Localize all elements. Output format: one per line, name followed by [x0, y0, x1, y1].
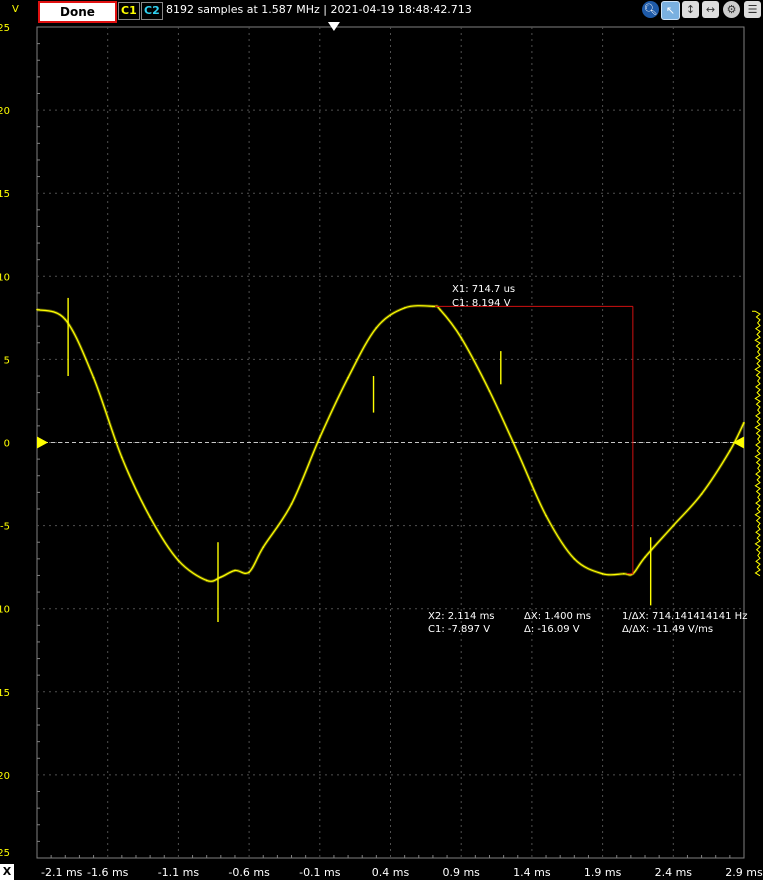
trace-c1-point: [601, 572, 604, 575]
trace-c1-point: [375, 327, 378, 329]
delta-x-label: ΔX: 1.400 ms: [524, 611, 591, 622]
trace-c1-point: [743, 421, 745, 424]
slope-label: Δ/ΔX: -11.49 V/ms: [622, 624, 713, 635]
cursor-x1-label: X1: 714.7 us: [452, 284, 515, 295]
trace-c1-point: [248, 571, 250, 573]
y-tick-label: -25: [0, 848, 10, 859]
x-tick-label: -0.1 ms: [299, 866, 341, 879]
plot-grid: [36, 26, 745, 859]
y-tick-label: -15: [0, 688, 10, 699]
trace-c1-point: [432, 305, 434, 308]
x-tick-label: 0.4 ms: [372, 866, 410, 879]
trace-c1-point: [234, 569, 236, 572]
x-tick-label: -2.1 ms: [41, 866, 83, 879]
trace-c1-point: [545, 514, 547, 517]
x-tick-label: -1.6 ms: [87, 866, 129, 879]
trace-c1-point: [220, 576, 222, 578]
trace-c1-point: [403, 307, 406, 309]
x-tick-label: 0.9 ms: [442, 866, 480, 879]
trace-c1-point: [121, 456, 123, 459]
y-tick-label: 10: [0, 272, 10, 283]
trace-c1-point: [92, 376, 95, 379]
y-tick-label: 25: [0, 23, 10, 34]
x-tick-label: 1.4 ms: [513, 866, 551, 879]
cursor-x2-label: X2: 2.114 ms: [428, 611, 495, 622]
x-tick-label: 2.4 ms: [655, 866, 693, 879]
y-tick-label: 20: [0, 106, 10, 117]
y-tick-label: 5: [4, 355, 10, 366]
y-tick-label: -10: [0, 605, 10, 616]
cursor-x1-value: C1: 8.194 V: [452, 298, 511, 309]
trace-c1-point: [205, 579, 208, 582]
trace-c1-point: [347, 376, 349, 379]
x-tick-label: -0.6 ms: [228, 866, 270, 879]
x-axis-button[interactable]: X: [0, 864, 14, 880]
trace-c1-point: [573, 558, 576, 560]
trace-c1-point: [672, 524, 675, 527]
x-tick-label: 2.9 ms: [725, 866, 763, 879]
x-tick-label: 1.9 ms: [584, 866, 622, 879]
trace-c1-point: [644, 556, 646, 558]
trace-c1-point: [64, 318, 67, 321]
y-tick-label: 15: [0, 189, 10, 200]
trace-c1-point: [729, 450, 731, 452]
y-tick-label: -20: [0, 771, 10, 782]
scope-plot[interactable]: -2.1 ms -1.6 ms -1.1 ms -0.6 ms -0.1 ms 0.4 m…: [0, 0, 763, 880]
trace-c1-point: [516, 451, 519, 454]
overrange-noise: [752, 310, 761, 577]
y-tick-label: -5: [0, 522, 10, 533]
trace-c1-point: [149, 516, 151, 519]
trace-c1-point: [36, 308, 38, 311]
x-tick-label: -1.1 ms: [158, 866, 200, 879]
cursor-x2-value: C1: -7.897 V: [428, 624, 490, 635]
y-tick-label: 0: [4, 439, 10, 450]
trace-c1-point: [623, 572, 625, 575]
trace-c1-point: [319, 436, 321, 439]
trace-c1-point: [177, 559, 180, 562]
delta-v-label: Δ: -16.09 V: [524, 624, 580, 635]
trace-c1-point: [700, 493, 703, 495]
trace-c1-point: [439, 308, 441, 311]
trace-c1-point: [262, 546, 265, 549]
trace-c1-point: [488, 390, 491, 392]
trace-c1-point: [460, 336, 463, 339]
inverse-delta-x-label: 1/ΔX: 714.141414141 Hz: [622, 611, 747, 622]
trace-c1-point: [290, 503, 293, 505]
